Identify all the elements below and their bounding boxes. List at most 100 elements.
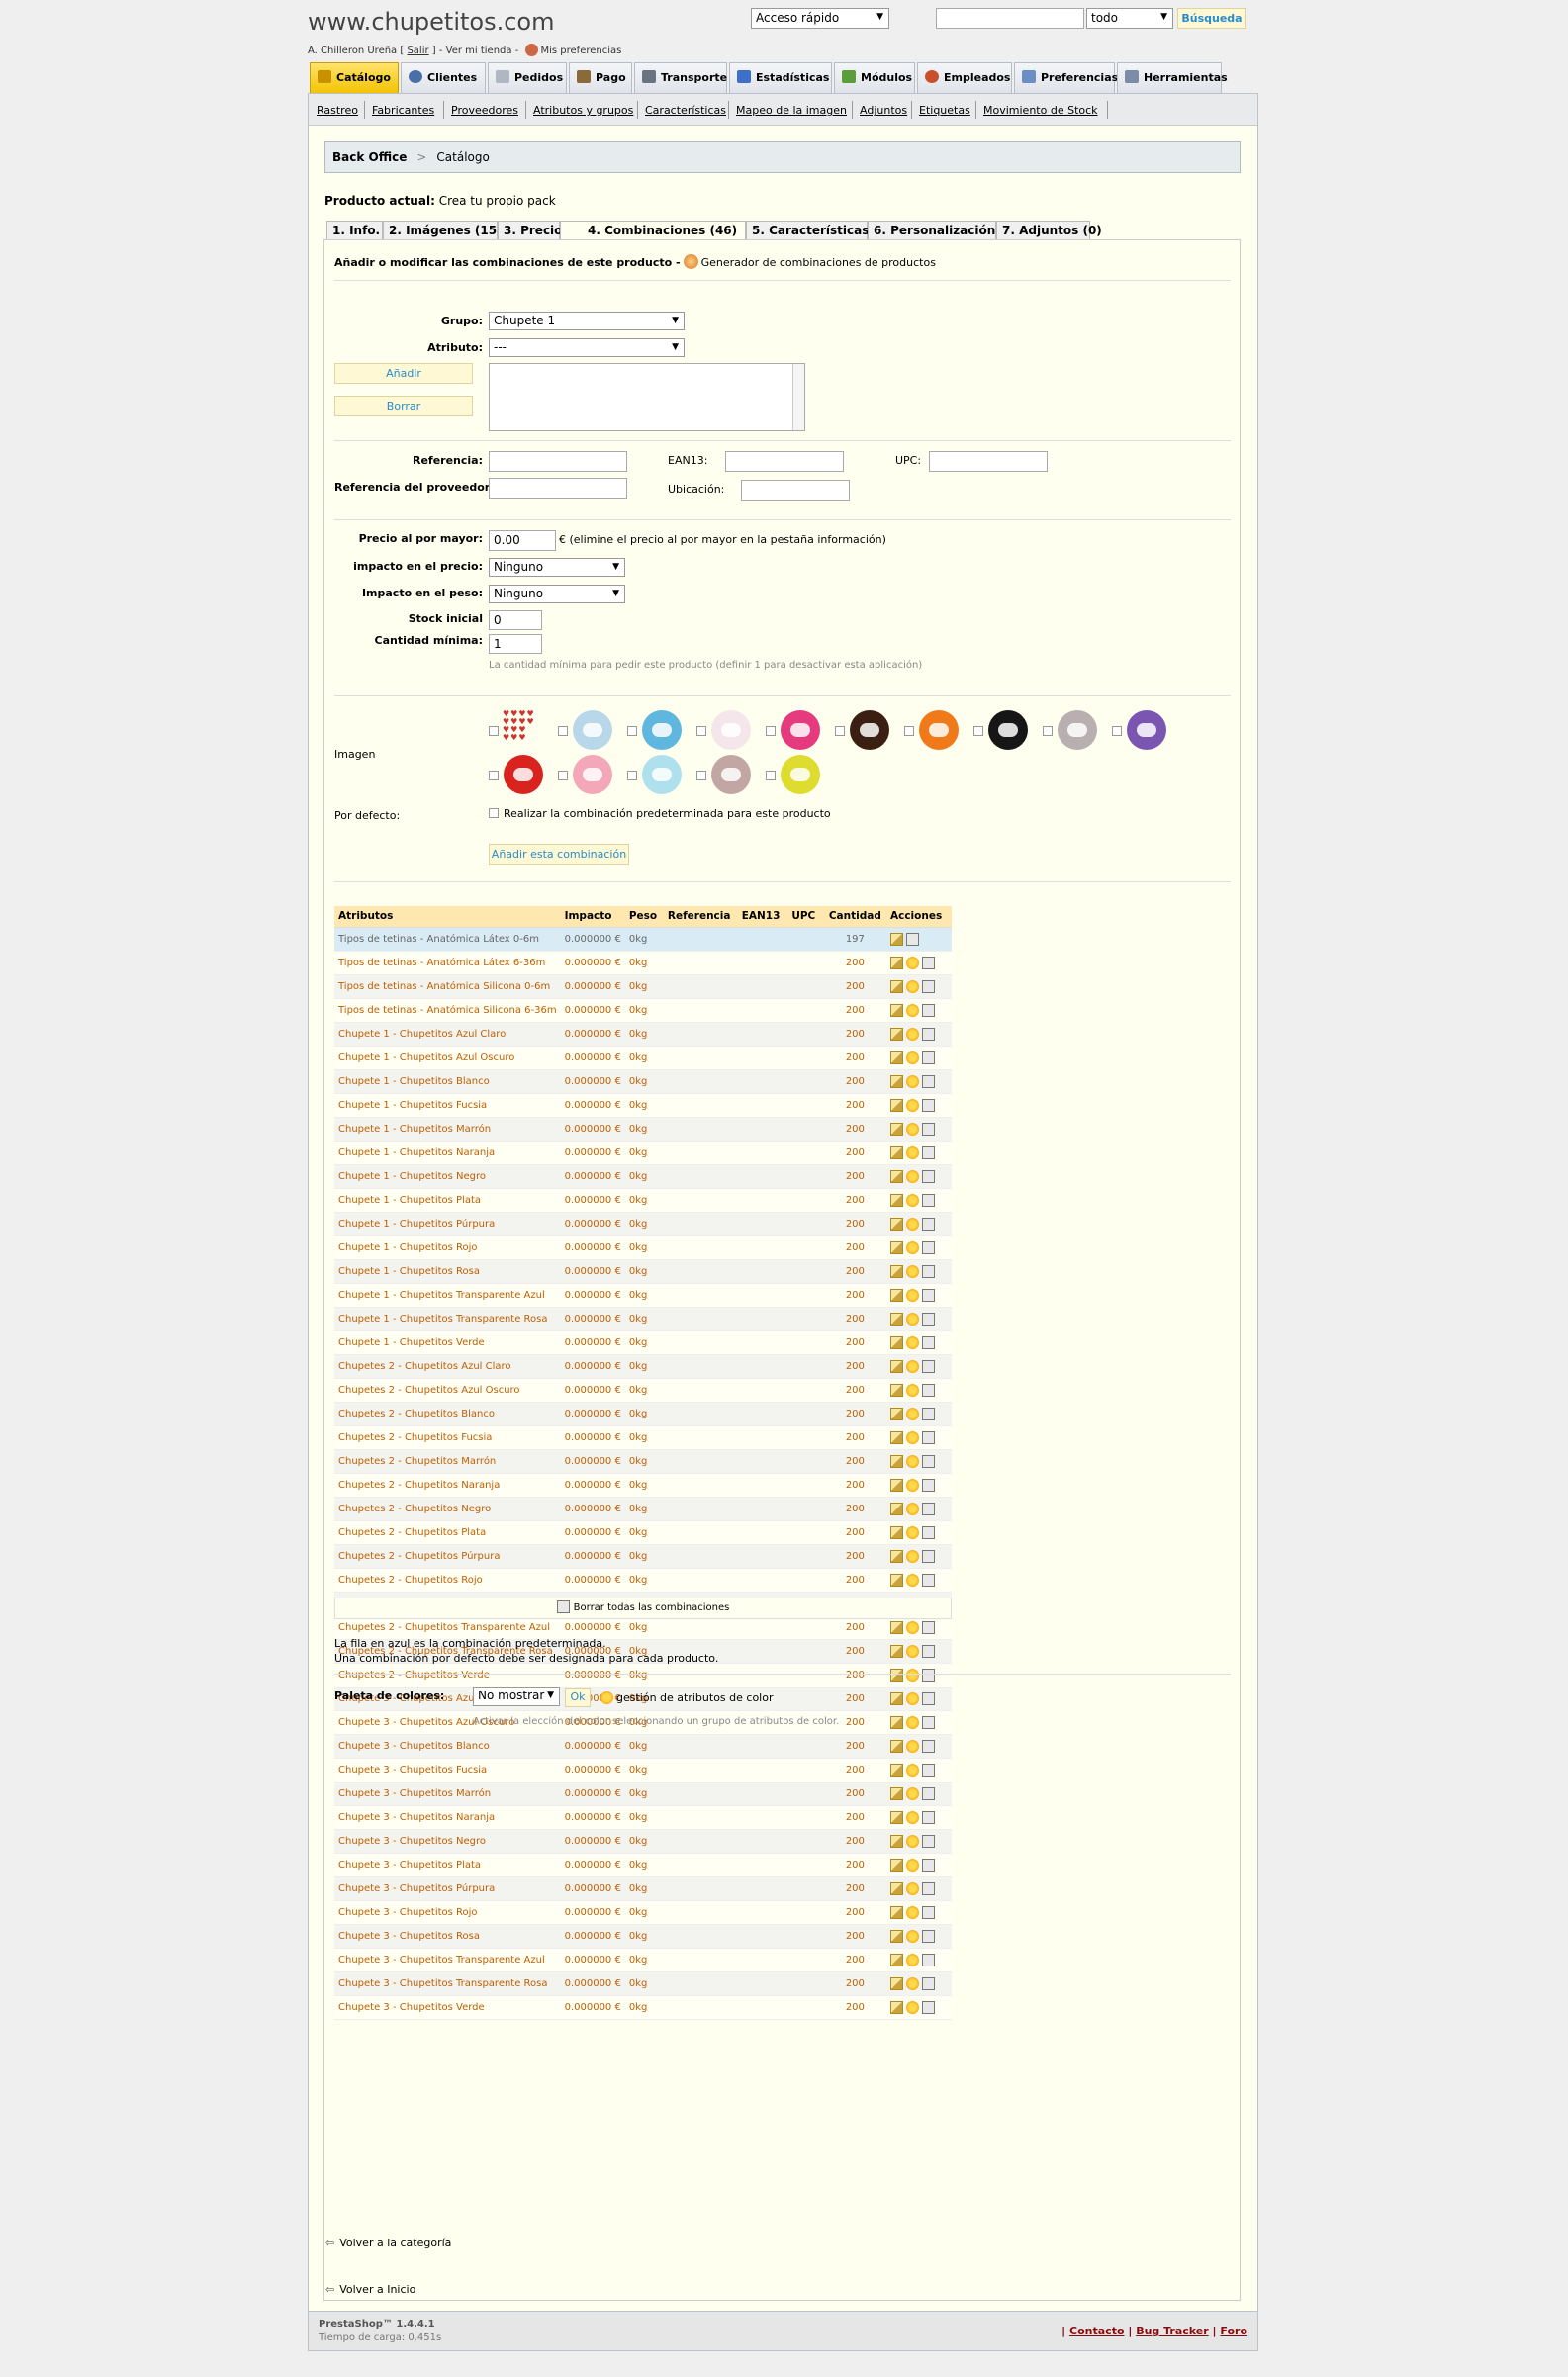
trash-icon[interactable] <box>921 1027 935 1041</box>
set-default-star-icon[interactable] <box>905 1027 919 1041</box>
set-default-star-icon[interactable] <box>905 1169 919 1183</box>
image-checkbox[interactable] <box>904 726 914 736</box>
edit-icon[interactable] <box>889 1905 903 1919</box>
trash-icon[interactable] <box>921 1430 935 1444</box>
edit-icon[interactable] <box>889 1430 903 1444</box>
image-option[interactable] <box>696 755 758 794</box>
edit-icon[interactable] <box>889 1763 903 1777</box>
bug-tracker-link[interactable]: Bug Tracker <box>1136 2325 1209 2337</box>
trash-icon[interactable] <box>921 1074 935 1088</box>
trash-icon[interactable] <box>921 1193 935 1207</box>
tab-precio[interactable]: 3. Precio <box>498 221 562 240</box>
back-to-home-link[interactable]: ⇦ Volver a Inicio <box>325 2283 415 2296</box>
edit-icon[interactable] <box>889 1691 903 1705</box>
tab-combinaciones[interactable]: 4. Combinaciones (46) <box>560 221 746 241</box>
trash-icon[interactable] <box>921 1620 935 1634</box>
set-default-star-icon[interactable] <box>905 1383 919 1397</box>
color-attributes-link[interactable]: gestión de atributos de color <box>600 1691 774 1704</box>
trash-icon[interactable] <box>921 1122 935 1136</box>
delete-attribute-button[interactable]: Borrar <box>334 396 473 416</box>
set-default-star-icon[interactable] <box>905 1122 919 1136</box>
tab-adjuntos[interactable]: 7. Adjuntos (0) <box>996 221 1102 240</box>
image-option[interactable] <box>627 755 689 794</box>
set-default-star-icon[interactable] <box>905 1953 919 1966</box>
image-checkbox[interactable] <box>696 771 706 780</box>
trash-icon[interactable] <box>921 1217 935 1231</box>
tab-info[interactable]: 1. Info. <box>326 221 383 240</box>
tab-caracteristicas[interactable]: 5. Características <box>746 221 869 240</box>
edit-icon[interactable] <box>889 1359 903 1373</box>
trash-icon[interactable] <box>921 1858 935 1872</box>
tab-empleados[interactable]: Empleados <box>917 62 1012 94</box>
trash-icon[interactable] <box>921 1525 935 1539</box>
group-select[interactable]: Chupete 1 ▼ <box>489 312 685 330</box>
trash-icon[interactable] <box>921 1335 935 1349</box>
trash-icon[interactable] <box>921 1810 935 1824</box>
edit-icon[interactable] <box>889 956 903 969</box>
weight-impact-select[interactable]: Ninguno ▼ <box>489 585 625 603</box>
edit-icon[interactable] <box>889 1929 903 1943</box>
set-default-star-icon[interactable] <box>905 1145 919 1159</box>
trash-icon[interactable] <box>921 1240 935 1254</box>
set-default-star-icon[interactable] <box>905 1834 919 1848</box>
image-checkbox[interactable] <box>489 726 499 736</box>
edit-icon[interactable] <box>889 1193 903 1207</box>
tab-personalizacion[interactable]: 6. Personalización <box>868 221 996 240</box>
edit-icon[interactable] <box>889 1122 903 1136</box>
trash-icon[interactable] <box>921 1359 935 1373</box>
set-default-star-icon[interactable] <box>905 1454 919 1468</box>
set-default-star-icon[interactable] <box>905 1549 919 1563</box>
logout-link[interactable]: Salir <box>407 46 428 56</box>
add-combination-button[interactable]: Añadir esta combinación <box>489 844 629 865</box>
attribute-select[interactable]: --- ▼ <box>489 338 685 357</box>
tab-imagenes[interactable]: 2. Imágenes (15) <box>383 221 503 240</box>
trash-icon[interactable] <box>921 1098 935 1112</box>
tab-modulos[interactable]: Módulos <box>834 62 915 94</box>
trash-icon[interactable] <box>921 1668 935 1682</box>
set-default-star-icon[interactable] <box>905 1003 919 1017</box>
edit-icon[interactable] <box>889 1003 903 1017</box>
image-checkbox[interactable] <box>766 726 776 736</box>
set-default-star-icon[interactable] <box>905 1478 919 1492</box>
edit-icon[interactable] <box>889 1217 903 1231</box>
trash-icon[interactable] <box>921 1145 935 1159</box>
edit-icon[interactable] <box>889 1454 903 1468</box>
set-default-star-icon[interactable] <box>905 1739 919 1753</box>
quick-access-select[interactable]: Acceso rápido ▼ <box>751 8 889 29</box>
set-default-star-icon[interactable] <box>905 1763 919 1777</box>
subnav-atributos[interactable]: Atributos y grupos <box>533 104 633 117</box>
tab-herramientas[interactable]: Herramientas <box>1117 62 1228 94</box>
contact-link[interactable]: Contacto <box>1069 2325 1124 2337</box>
set-default-star-icon[interactable] <box>905 1193 919 1207</box>
edit-icon[interactable] <box>889 1739 903 1753</box>
trash-icon[interactable] <box>921 1454 935 1468</box>
set-default-star-icon[interactable] <box>905 1264 919 1278</box>
set-default-star-icon[interactable] <box>905 1881 919 1895</box>
image-option[interactable] <box>1112 710 1173 750</box>
edit-icon[interactable] <box>889 1264 903 1278</box>
edit-icon[interactable] <box>889 1834 903 1848</box>
edit-icon[interactable] <box>889 1976 903 1990</box>
generator-link[interactable]: Generador de combinaciones de productos <box>701 256 936 269</box>
trash-icon[interactable] <box>921 1169 935 1183</box>
trash-icon[interactable] <box>905 932 919 946</box>
my-preferences-link[interactable]: Mis preferencias <box>541 46 622 56</box>
set-default-star-icon[interactable] <box>905 1976 919 1990</box>
edit-icon[interactable] <box>889 1620 903 1634</box>
subnav-adjuntos[interactable]: Adjuntos <box>860 104 907 117</box>
set-default-star-icon[interactable] <box>905 1644 919 1658</box>
edit-icon[interactable] <box>889 1169 903 1183</box>
trash-icon[interactable] <box>921 1549 935 1563</box>
trash-icon[interactable] <box>921 1264 935 1278</box>
tab-pedidos[interactable]: Pedidos <box>488 62 567 94</box>
location-input[interactable] <box>741 480 850 501</box>
edit-icon[interactable] <box>889 1312 903 1326</box>
initial-stock-input[interactable]: 0 <box>489 610 542 630</box>
price-impact-select[interactable]: Ninguno ▼ <box>489 558 625 577</box>
set-default-star-icon[interactable] <box>905 1288 919 1302</box>
trash-icon[interactable] <box>921 1739 935 1753</box>
set-default-star-icon[interactable] <box>905 1407 919 1420</box>
subnav-caracteristicas[interactable]: Características <box>645 104 726 117</box>
tab-pago[interactable]: Pago <box>569 62 632 94</box>
set-default-star-icon[interactable] <box>905 1430 919 1444</box>
